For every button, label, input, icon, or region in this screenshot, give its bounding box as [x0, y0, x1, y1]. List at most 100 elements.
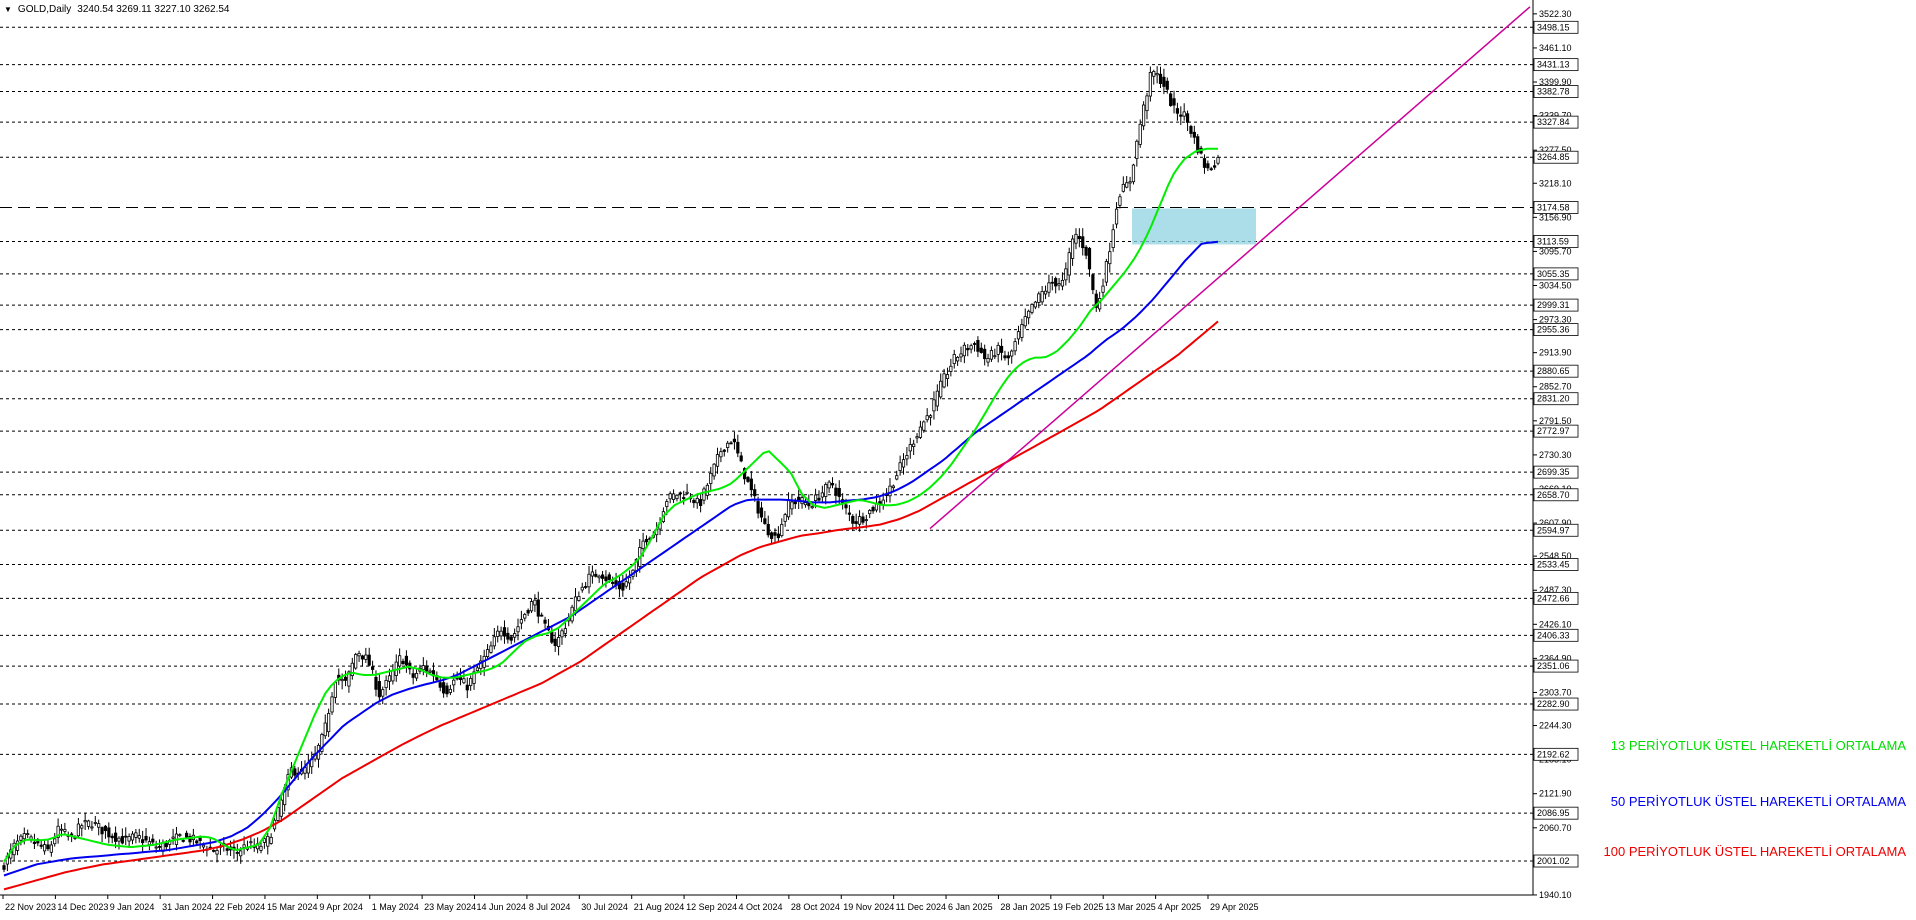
price-tick-label: 2913.90 [1539, 348, 1572, 358]
candle-body [939, 380, 943, 398]
candle-body [327, 713, 331, 733]
candle-body [1060, 279, 1065, 287]
candle-body [861, 516, 865, 523]
candle-body [1077, 235, 1081, 240]
candle-body [986, 358, 990, 363]
candle-body [425, 665, 429, 672]
candle-body [462, 678, 466, 684]
candle-body [773, 532, 777, 536]
candle-body [901, 459, 906, 468]
candle-body [39, 844, 43, 847]
candle-body [526, 610, 530, 614]
ohlc-values: 3240.54 3269.11 3227.10 3262.54 [77, 4, 230, 15]
candle-body [1142, 104, 1146, 127]
candle-body [279, 799, 283, 817]
candle-body [80, 825, 84, 829]
level-price-label: 2192.62 [1537, 749, 1570, 759]
candle-body [935, 390, 939, 407]
candle-body [1169, 93, 1173, 106]
candle-body [26, 833, 30, 836]
candle-body [496, 630, 500, 637]
candle-body [1175, 108, 1180, 114]
candle-body [134, 832, 138, 838]
candle-body [147, 841, 152, 846]
candle-body [942, 373, 946, 388]
candle-body [573, 596, 578, 611]
candle-body [668, 493, 672, 500]
candle-body [536, 599, 540, 617]
candle-body [594, 573, 598, 577]
candle-body [124, 835, 128, 838]
candle-body [932, 399, 936, 412]
candle-body [259, 845, 263, 851]
candle-body [1114, 208, 1119, 225]
candle-body [1074, 233, 1078, 244]
candle-body [1101, 285, 1105, 293]
candle-body [553, 638, 557, 647]
candle-body [912, 443, 916, 447]
price-tick-label: 2426.10 [1539, 619, 1572, 629]
candle-body [90, 826, 94, 829]
candle-body [1131, 164, 1136, 183]
candle-body [1087, 247, 1092, 270]
candle-body [972, 343, 977, 345]
time-tick-label: 15 Mar 2024 [267, 902, 318, 912]
candle-body [1216, 157, 1220, 164]
candle-body [448, 688, 452, 693]
candle-body [401, 660, 405, 665]
candle-body [1189, 126, 1193, 134]
collapse-triangle-icon[interactable]: ▼ [4, 5, 12, 14]
candle-body [1064, 268, 1068, 281]
candle-body [469, 677, 473, 686]
candle-body [780, 523, 784, 537]
time-tick-label: 6 Jan 2025 [948, 902, 993, 912]
price-tick-label: 2730.30 [1539, 450, 1572, 460]
candle-body [384, 679, 388, 689]
chart-header: ▼ GOLD,Daily 3240.54 3269.11 3227.10 326… [4, 4, 229, 15]
candle-body [492, 636, 496, 647]
candle-body [1158, 73, 1163, 85]
candle-body [1067, 252, 1071, 276]
price-tick-label: 2244.30 [1539, 721, 1572, 731]
candle-body [110, 835, 114, 839]
candle-body [1013, 341, 1017, 352]
candle-body [269, 837, 273, 844]
candle-body [1202, 158, 1207, 168]
candle-body [1104, 261, 1109, 283]
candle-body [895, 475, 899, 480]
candle-body [178, 834, 182, 837]
price-tick-label: 3218.10 [1539, 178, 1572, 188]
candle-body [749, 478, 753, 491]
candle-body [107, 827, 111, 838]
candle-body [1043, 290, 1048, 295]
chart[interactable]: 3522.30 3461.10 3399.90 3339.70 3277.50 3218.… [0, 0, 1916, 915]
candle-body [699, 498, 703, 506]
candle-body [93, 822, 97, 824]
candle-body [989, 350, 994, 360]
candle-body [445, 685, 449, 695]
candle-body [201, 844, 206, 848]
time-tick-label: 31 Jan 2024 [162, 902, 212, 912]
candle-body [1172, 98, 1176, 106]
candle-body [1050, 281, 1054, 284]
candle-body [506, 632, 510, 640]
candle-body [97, 823, 101, 828]
candle-body [695, 497, 699, 504]
candle-body [354, 654, 358, 669]
candle-body [803, 502, 808, 506]
candle-body [151, 838, 155, 843]
candle-body [529, 601, 534, 612]
chart-canvas[interactable]: 3522.303461.103399.903339.703277.503218.… [0, 0, 1916, 915]
level-price-label: 2699.35 [1537, 467, 1570, 477]
candle-body [70, 833, 74, 836]
candle-body [1033, 301, 1037, 308]
candle-body [925, 415, 929, 421]
candle-body [489, 645, 493, 653]
candle-body [499, 630, 503, 637]
candle-body [1016, 331, 1021, 340]
candle-body [533, 599, 537, 606]
candle-body [364, 654, 368, 660]
level-price-label: 3382.78 [1537, 87, 1570, 97]
candle-body [746, 476, 750, 482]
candle-body [705, 484, 709, 496]
